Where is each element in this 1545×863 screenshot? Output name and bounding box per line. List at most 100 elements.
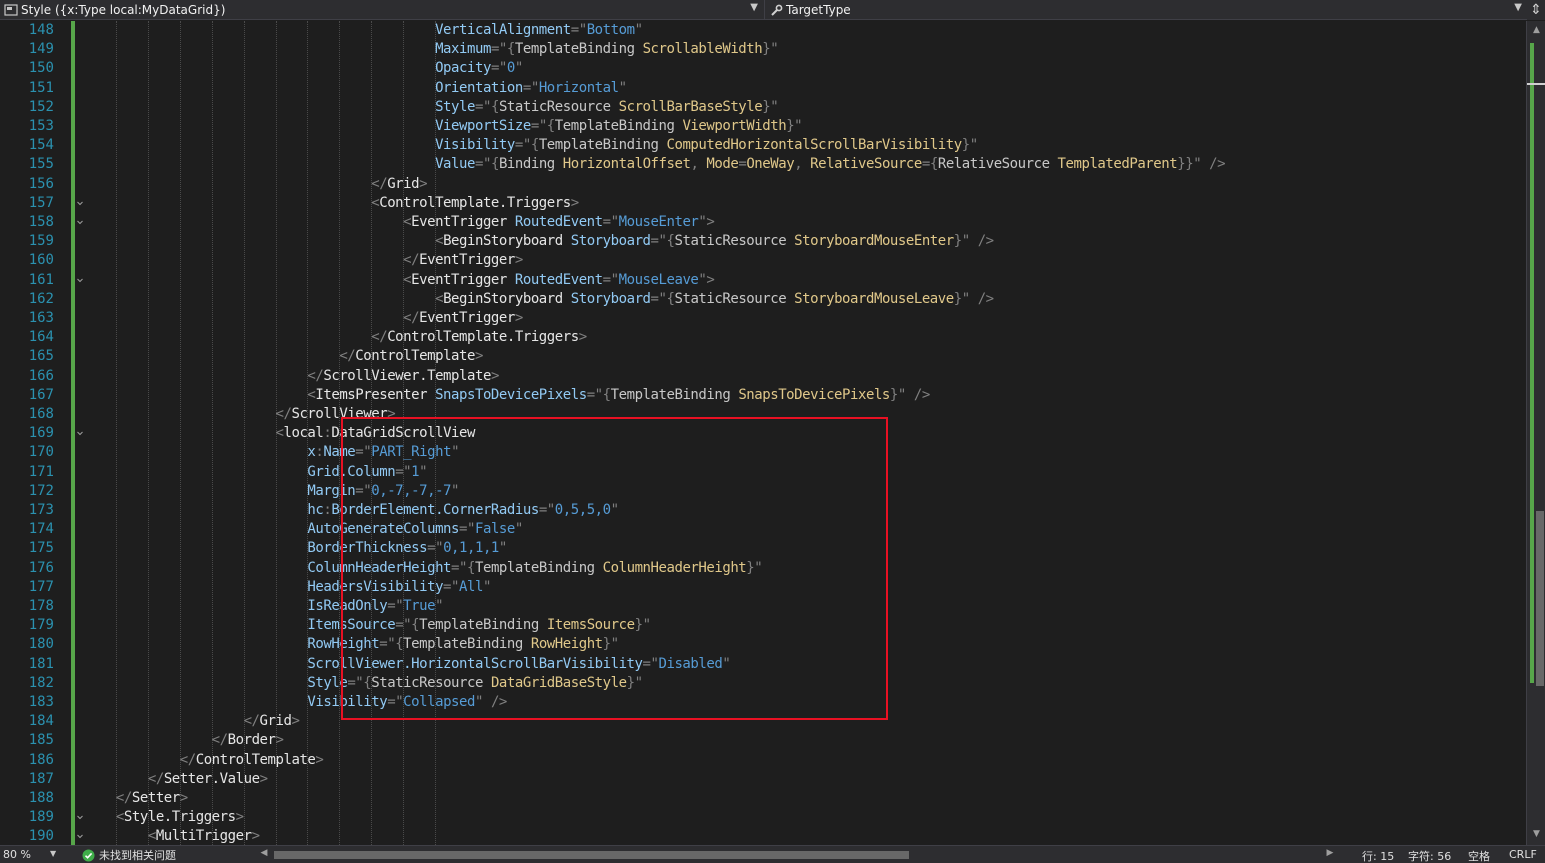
code-line[interactable]: 190 <MultiTrigger> <box>0 827 1526 845</box>
check-circle-icon <box>82 849 95 861</box>
line-number: 176 <box>28 559 54 576</box>
horizontal-scrollbar[interactable]: ◀ ▶ <box>258 848 1336 861</box>
code-line[interactable]: 150 Opacity="0" <box>0 59 1526 78</box>
code-line[interactable]: 155 Value="{Binding HorizontalOffset, Mo… <box>0 155 1526 174</box>
line-number: 158 <box>28 214 54 230</box>
code-line[interactable]: 149 Maximum="{TemplateBinding Scrollable… <box>0 40 1526 59</box>
class-member-icon <box>3 2 19 18</box>
fold-chevron-icon[interactable] <box>76 808 84 827</box>
type-dropdown[interactable]: Style ({x:Type local:MyDataGrid}) ▼ <box>0 0 762 20</box>
code-line[interactable]: 181 ScrollViewer.HorizontalScrollBarVisi… <box>0 655 1526 674</box>
fold-chevron-icon[interactable] <box>76 424 84 443</box>
line-number: 178 <box>28 598 54 614</box>
code-line[interactable]: 166 </ScrollViewer.Template> <box>0 367 1526 386</box>
code-line[interactable]: 188 </Setter> <box>0 789 1526 808</box>
zoom-level[interactable]: 80 % <box>3 848 31 861</box>
line-number: 154 <box>28 137 54 154</box>
code-line[interactable]: 170 x:Name="PART_Right" <box>0 443 1526 462</box>
line-number: 168 <box>28 406 54 422</box>
code-line[interactable]: 161 <EventTrigger RoutedEvent="MouseLeav… <box>0 271 1526 290</box>
char-indicator[interactable]: 字符: 56 <box>1408 848 1451 863</box>
member-dropdown[interactable]: TargetType ▼ <box>764 0 1526 20</box>
code-line[interactable]: 148 VerticalAlignment="Bottom" <box>0 21 1526 40</box>
code-line[interactable]: 178 IsReadOnly="True" <box>0 597 1526 616</box>
horizontal-scrollbar-thumb[interactable] <box>274 851 909 859</box>
issues-indicator[interactable]: 未找到相关问题 <box>82 847 176 863</box>
code-line[interactable]: 184 </Grid> <box>0 712 1526 731</box>
chevron-down-icon[interactable]: ▼ <box>1514 2 1522 13</box>
fold-chevron-icon[interactable] <box>76 213 84 232</box>
code-line[interactable]: 163 </EventTrigger> <box>0 309 1526 328</box>
chevron-down-icon[interactable]: ▼ <box>750 2 758 13</box>
code-text: hc:BorderElement.CornerRadius="0,5,5,0" <box>307 502 619 518</box>
chevron-down-icon[interactable]: ▼ <box>50 849 56 858</box>
code-line[interactable]: 176 ColumnHeaderHeight="{TemplateBinding… <box>0 559 1526 578</box>
line-number: 163 <box>28 310 54 326</box>
code-line[interactable]: 162 <BeginStoryboard Storyboard="{Static… <box>0 290 1526 309</box>
code-line[interactable]: 152 Style="{StaticResource ScrollBarBase… <box>0 98 1526 117</box>
code-line[interactable]: 157 <ControlTemplate.Triggers> <box>0 194 1526 213</box>
member-dropdown-label: TargetType <box>786 3 851 17</box>
split-window-icon[interactable]: ⇕ <box>1527 0 1545 20</box>
code-line[interactable]: 158 <EventTrigger RoutedEvent="MouseEnte… <box>0 213 1526 232</box>
code-line[interactable]: 156 </Grid> <box>0 175 1526 194</box>
code-line[interactable]: 160 </EventTrigger> <box>0 251 1526 270</box>
code-line[interactable]: 172 Margin="0,-7,-7,-7" <box>0 482 1526 501</box>
code-line[interactable]: 164 </ControlTemplate.Triggers> <box>0 328 1526 347</box>
code-text: ItemsSource="{TemplateBinding ItemsSourc… <box>307 617 651 634</box>
code-text: HeadersVisibility="All" <box>307 578 491 595</box>
code-line[interactable]: 189 <Style.Triggers> <box>0 808 1526 827</box>
code-line[interactable]: 179 ItemsSource="{TemplateBinding ItemsS… <box>0 616 1526 635</box>
code-text: </Setter.Value> <box>147 770 268 787</box>
editor-status-bar: 80 % ▼ 未找到相关问题 ◀ ▶ 行: 15 字符: 56 空格 CRLF <box>0 845 1545 863</box>
code-line[interactable]: 151 Orientation="Horizontal" <box>0 79 1526 98</box>
code-text: <EventTrigger RoutedEvent="MouseEnter"> <box>403 214 715 230</box>
code-text: <BeginStoryboard Storyboard="{StaticReso… <box>435 233 994 250</box>
fold-chevron-icon[interactable] <box>76 827 84 845</box>
code-line[interactable]: 154 Visibility="{TemplateBinding Compute… <box>0 136 1526 155</box>
scroll-left-icon[interactable]: ◀ <box>258 848 270 858</box>
code-line[interactable]: 183 Visibility="Collapsed" /> <box>0 693 1526 712</box>
line-number: 162 <box>28 290 54 307</box>
scroll-right-icon[interactable]: ▶ <box>1324 848 1336 858</box>
code-text: </ControlTemplate> <box>339 348 483 365</box>
code-line[interactable]: 165 </ControlTemplate> <box>0 347 1526 366</box>
line-number: 169 <box>28 425 54 442</box>
scrollbar-change-marker <box>1530 43 1534 683</box>
line-number: 170 <box>28 444 54 461</box>
code-text: <ItemsPresenter SnapsToDevicePixels="{Te… <box>307 386 930 403</box>
code-text: ColumnHeaderHeight="{TemplateBinding Col… <box>307 559 763 576</box>
code-line[interactable]: 180 RowHeight="{TemplateBinding RowHeigh… <box>0 635 1526 654</box>
vertical-scrollbar[interactable]: ▲ ▼ <box>1526 21 1545 845</box>
line-number: 184 <box>28 713 54 730</box>
code-line[interactable]: 169 <local:DataGridScrollView <box>0 424 1526 443</box>
code-line[interactable]: 175 BorderThickness="0,1,1,1" <box>0 539 1526 558</box>
code-line[interactable]: 173 hc:BorderElement.CornerRadius="0,5,5… <box>0 501 1526 520</box>
scroll-up-icon[interactable]: ▲ <box>1527 23 1545 37</box>
code-line[interactable]: 177 HeadersVisibility="All" <box>0 578 1526 597</box>
code-line[interactable]: 186 </ControlTemplate> <box>0 751 1526 770</box>
whitespace-indicator[interactable]: 空格 <box>1468 848 1490 863</box>
code-line[interactable]: 185 </Border> <box>0 731 1526 750</box>
code-text: </Grid> <box>243 713 300 730</box>
code-line[interactable]: 168 </ScrollViewer> <box>0 405 1526 424</box>
scroll-down-icon[interactable]: ▼ <box>1527 827 1545 841</box>
line-number: 173 <box>28 502 54 518</box>
code-text: BorderThickness="0,1,1,1" <box>307 540 507 557</box>
issues-label: 未找到相关问题 <box>99 849 176 862</box>
code-line[interactable]: 182 Style="{StaticResource DataGridBaseS… <box>0 674 1526 693</box>
code-line[interactable]: 167 <ItemsPresenter SnapsToDevicePixels=… <box>0 386 1526 405</box>
fold-chevron-icon[interactable] <box>76 194 84 213</box>
line-ending-indicator[interactable]: CRLF <box>1509 848 1537 861</box>
code-text: <Style.Triggers> <box>115 809 244 826</box>
code-line[interactable]: 159 <BeginStoryboard Storyboard="{Static… <box>0 232 1526 251</box>
code-line[interactable]: 174 AutoGenerateColumns="False" <box>0 520 1526 539</box>
code-line[interactable]: 187 </Setter.Value> <box>0 770 1526 789</box>
code-text: ViewportSize="{TemplateBinding ViewportW… <box>435 118 803 134</box>
scrollbar-thumb[interactable] <box>1536 511 1544 686</box>
line-indicator[interactable]: 行: 15 <box>1362 848 1394 863</box>
fold-chevron-icon[interactable] <box>76 271 84 290</box>
code-editor[interactable]: 148 VerticalAlignment="Bottom" 149 Maximu… <box>0 21 1526 845</box>
code-line[interactable]: 153 ViewportSize="{TemplateBinding Viewp… <box>0 117 1526 136</box>
code-line[interactable]: 171 Grid.Column="1" <box>0 463 1526 482</box>
